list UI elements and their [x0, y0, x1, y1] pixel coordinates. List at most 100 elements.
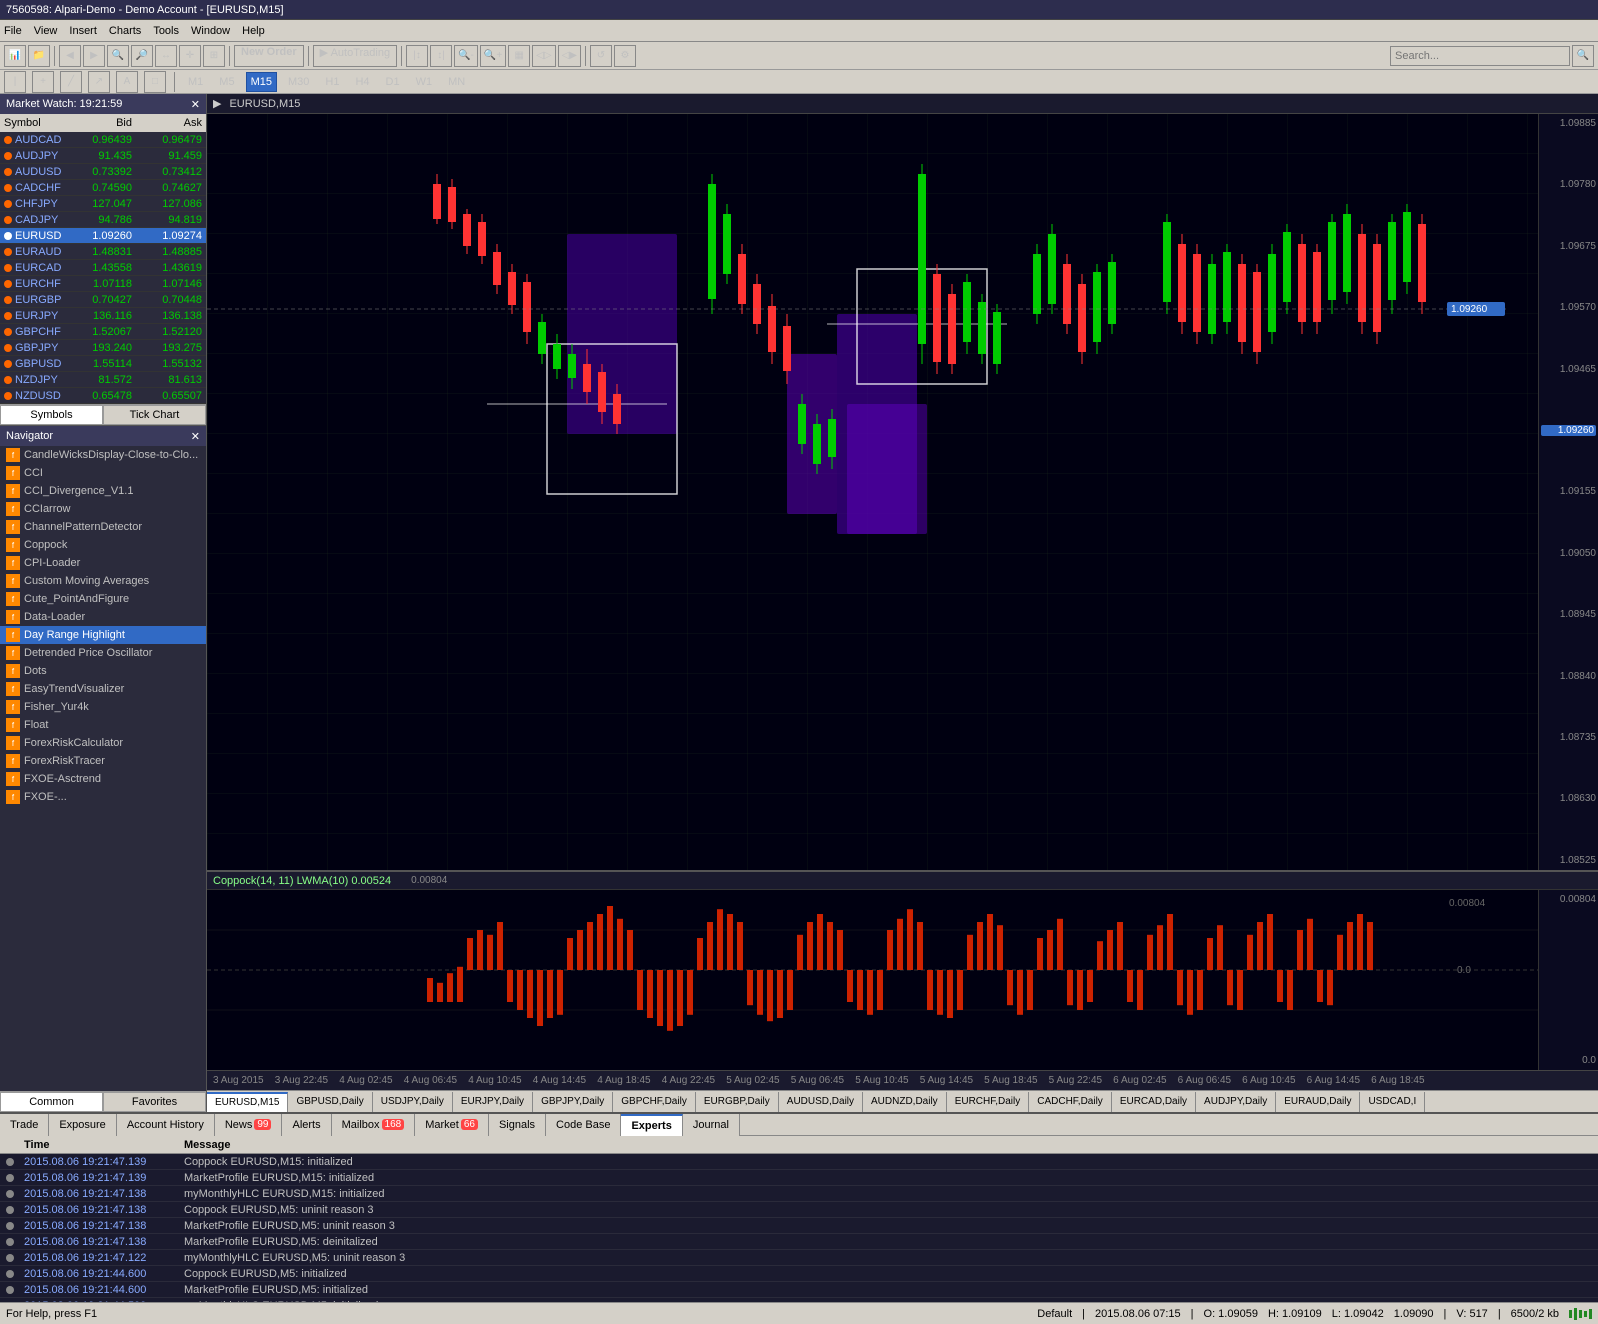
list-item[interactable]: NZDJPY 81.57281.613: [0, 372, 206, 388]
tab-signals[interactable]: Signals: [489, 1114, 546, 1136]
tf-m15[interactable]: M15: [246, 72, 277, 92]
nav-item-dots[interactable]: f Dots: [0, 662, 206, 680]
nav-item-forexrisk-tracer[interactable]: f ForexRiskTracer: [0, 752, 206, 770]
list-item[interactable]: EURJPY 136.116136.138: [0, 308, 206, 324]
nav-item-fxoe-2[interactable]: f FXOE-...: [0, 788, 206, 806]
menu-charts[interactable]: Charts: [109, 25, 141, 37]
tf-m5[interactable]: M5: [214, 72, 239, 92]
tab-market[interactable]: Market 66: [415, 1114, 489, 1136]
new-order-button[interactable]: New Order: [234, 45, 304, 67]
settings-button[interactable]: ⚙: [614, 45, 636, 67]
tab-audjpy-daily[interactable]: AUDJPY,Daily: [1196, 1092, 1276, 1112]
tab-trade[interactable]: Trade: [0, 1114, 49, 1136]
nav-item-detrended[interactable]: f Detrended Price Oscillator: [0, 644, 206, 662]
zoom-out-button[interactable]: 🔎: [131, 45, 153, 67]
refresh-button[interactable]: ↺: [590, 45, 612, 67]
list-item[interactable]: EURCAD 1.435581.43619: [0, 260, 206, 276]
nav-item-cci-divergence[interactable]: f CCI_Divergence_V1.1: [0, 482, 206, 500]
menu-insert[interactable]: Insert: [69, 25, 97, 37]
back-button[interactable]: ◀: [59, 45, 81, 67]
tab-eurgbp-daily[interactable]: EURGBP,Daily: [696, 1092, 779, 1112]
menu-view[interactable]: View: [34, 25, 58, 37]
scroll-button[interactable]: ↔: [155, 45, 177, 67]
nav-item-channelpattern[interactable]: f ChannelPatternDetector: [0, 518, 206, 536]
list-item[interactable]: CADCHF 0.745900.74627: [0, 180, 206, 196]
tab-symbols[interactable]: Symbols: [0, 405, 103, 425]
draw-trend-button[interactable]: ╱: [60, 71, 82, 93]
list-item[interactable]: EURAUD 1.488311.48885: [0, 244, 206, 260]
tab-gbpjpy-daily[interactable]: GBPJPY,Daily: [533, 1092, 613, 1112]
main-chart-area[interactable]: 1.09260 1.09885 1.09780 1.09675 1.09570 …: [207, 114, 1598, 870]
nav-item-candlewicksdisplay[interactable]: f CandleWicksDisplay-Close-to-Clo...: [0, 446, 206, 464]
tab-eurcad-daily[interactable]: EURCAD,Daily: [1112, 1092, 1196, 1112]
list-item[interactable]: CADJPY 94.78694.819: [0, 212, 206, 228]
tab-gbpchf-daily[interactable]: GBPCHF,Daily: [613, 1092, 696, 1112]
nav-item-day-range[interactable]: f Day Range Highlight: [0, 626, 206, 644]
search-go-button[interactable]: 🔍: [1572, 45, 1594, 67]
tab-alerts[interactable]: Alerts: [282, 1114, 331, 1136]
new-chart-button[interactable]: 📊: [4, 45, 26, 67]
tab-common[interactable]: Common: [0, 1092, 103, 1112]
list-item[interactable]: AUDJPY 91.43591.459: [0, 148, 206, 164]
tab-audnzd-daily[interactable]: AUDNZD,Daily: [863, 1092, 947, 1112]
tf-h1[interactable]: H1: [320, 72, 344, 92]
navigator-close-icon[interactable]: ✕: [191, 430, 200, 443]
chart-scroll2-button[interactable]: ◁▶: [558, 45, 581, 67]
tab-eurusd-m15[interactable]: EURUSD,M15: [207, 1092, 288, 1112]
tab-usdjpy-daily[interactable]: USDJPY,Daily: [373, 1092, 453, 1112]
draw-text-button[interactable]: A: [116, 71, 138, 93]
list-item[interactable]: AUDCAD 0.964390.96479: [0, 132, 206, 148]
tf-h4[interactable]: H4: [350, 72, 374, 92]
tab-cadchf-daily[interactable]: CADCHF,Daily: [1029, 1092, 1112, 1112]
list-item[interactable]: CHFJPY 127.047127.086: [0, 196, 206, 212]
nav-item-custom-ma[interactable]: f Custom Moving Averages: [0, 572, 206, 590]
period-shift-button[interactable]: ↕|: [430, 45, 452, 67]
list-item[interactable]: AUDUSD 0.733920.73412: [0, 164, 206, 180]
tf-mn[interactable]: MN: [443, 72, 470, 92]
tf-d1[interactable]: D1: [381, 72, 405, 92]
period-sep-button[interactable]: |↕: [406, 45, 428, 67]
tab-account-history[interactable]: Account History: [117, 1114, 215, 1136]
draw-box-button[interactable]: □: [144, 71, 166, 93]
list-item[interactable]: GBPJPY 193.240193.275: [0, 340, 206, 356]
list-item[interactable]: EURCHF 1.071181.07146: [0, 276, 206, 292]
tab-exposure[interactable]: Exposure: [49, 1114, 116, 1136]
tab-audusd-daily[interactable]: AUDUSD,Daily: [779, 1092, 863, 1112]
tf-w1[interactable]: W1: [411, 72, 438, 92]
draw-cross-button[interactable]: +: [32, 71, 54, 93]
list-item[interactable]: EURGBP 0.704270.70448: [0, 292, 206, 308]
zoom-minus-button[interactable]: 🔍-: [454, 45, 478, 67]
tab-journal[interactable]: Journal: [683, 1114, 740, 1136]
zoom-plus-button[interactable]: 🔍+: [480, 45, 506, 67]
tab-usdcad[interactable]: USDCAD,I: [1360, 1092, 1425, 1112]
search-input[interactable]: [1390, 46, 1570, 66]
market-watch-close-icon[interactable]: ✕: [191, 98, 200, 111]
menu-tools[interactable]: Tools: [153, 25, 179, 37]
nav-item-forexrisk-calc[interactable]: f ForexRiskCalculator: [0, 734, 206, 752]
nav-item-cciarrow[interactable]: f CCIarrow: [0, 500, 206, 518]
nav-item-float[interactable]: f Float: [0, 716, 206, 734]
draw-arrow-button[interactable]: ↗: [88, 71, 110, 93]
nav-item-cpi-loader[interactable]: f CPI-Loader: [0, 554, 206, 572]
tab-gbpusd-daily[interactable]: GBPUSD,Daily: [288, 1092, 372, 1112]
tab-favorites[interactable]: Favorites: [103, 1092, 206, 1112]
tab-experts[interactable]: Experts: [621, 1114, 682, 1136]
zoom-in-button[interactable]: 🔍: [107, 45, 129, 67]
tf-m1[interactable]: M1: [183, 72, 208, 92]
grid-button[interactable]: ⊞: [203, 45, 225, 67]
tab-euraud-daily[interactable]: EURAUD,Daily: [1276, 1092, 1360, 1112]
menu-window[interactable]: Window: [191, 25, 230, 37]
menu-file[interactable]: File: [4, 25, 22, 37]
crosshair-button[interactable]: ✛: [179, 45, 201, 67]
forward-button[interactable]: ▶: [83, 45, 105, 67]
list-item[interactable]: GBPCHF 1.520671.52120: [0, 324, 206, 340]
nav-item-cci[interactable]: f CCI: [0, 464, 206, 482]
nav-item-data-loader[interactable]: f Data-Loader: [0, 608, 206, 626]
nav-item-fxoe-asc[interactable]: f FXOE-Asctrend: [0, 770, 206, 788]
tab-news[interactable]: News 99: [215, 1114, 283, 1136]
tf-m30[interactable]: M30: [283, 72, 314, 92]
list-item[interactable]: GBPUSD 1.551141.55132: [0, 356, 206, 372]
tab-tick-chart[interactable]: Tick Chart: [103, 405, 206, 425]
open-button[interactable]: 📁: [28, 45, 50, 67]
auto-trading-button[interactable]: ▶ AutoTrading: [313, 45, 397, 67]
